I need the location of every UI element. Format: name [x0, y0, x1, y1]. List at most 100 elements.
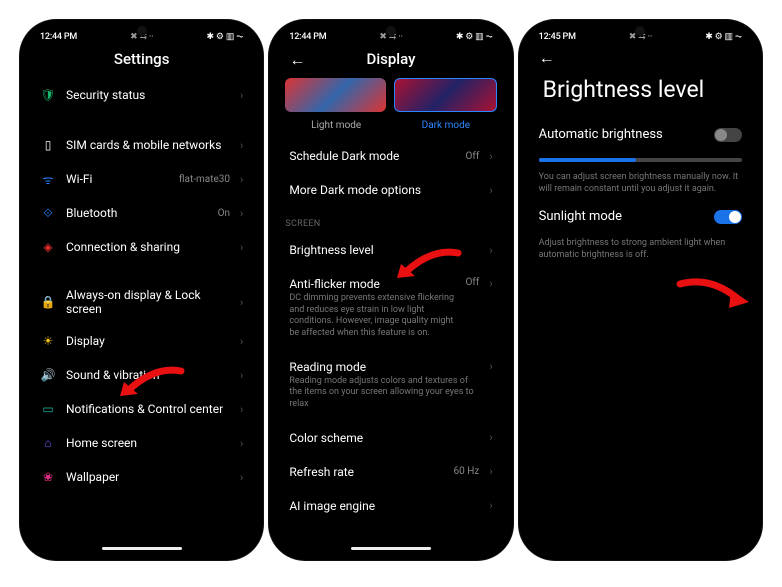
- settings-item[interactable]: ▯ SIM cards & mobile networks ›: [30, 128, 253, 162]
- display-item[interactable]: More Dark mode options ›: [279, 173, 502, 207]
- display-item[interactable]: Reading mode Reading mode adjusts colors…: [279, 350, 502, 421]
- chevron-right-icon: ›: [489, 431, 492, 444]
- back-icon[interactable]: ←: [539, 48, 555, 67]
- manual-desc: You can adjust screen brightness manuall…: [525, 168, 756, 199]
- display-item[interactable]: Color scheme ›: [279, 421, 502, 455]
- back-icon[interactable]: ←: [289, 50, 305, 70]
- chevron-right-icon: ›: [240, 335, 243, 348]
- settings-item[interactable]: ▭ Notifications & Control center ›: [30, 392, 253, 426]
- sunlight-desc: Adjust brightness to strong ambient ligh…: [525, 234, 756, 265]
- auto-brightness-toggle[interactable]: [714, 128, 742, 142]
- chevron-right-icon: ›: [240, 89, 243, 102]
- item-icon: ⟐: [40, 205, 56, 221]
- chevron-right-icon: ›: [489, 360, 492, 373]
- section-screen: SCREEN: [275, 207, 506, 233]
- settings-item[interactable]: ◈ Connection & sharing ›: [30, 230, 253, 264]
- home-indicator[interactable]: [351, 547, 431, 550]
- chevron-right-icon: ›: [240, 173, 243, 186]
- brightness-slider[interactable]: [539, 158, 742, 162]
- item-label: Security status: [66, 88, 230, 102]
- chevron-right-icon: ›: [240, 403, 243, 416]
- display-item[interactable]: Brightness level ›: [279, 233, 502, 267]
- settings-item[interactable]: ᯤ Wi-Fi flat-mate30 ›: [30, 162, 253, 196]
- item-label: Home screen: [66, 436, 230, 450]
- chevron-right-icon: ›: [240, 471, 243, 484]
- item-label: Display: [66, 334, 230, 348]
- chevron-right-icon: ›: [240, 296, 243, 309]
- item-icon: ▯: [40, 137, 56, 153]
- item-icon: ▭: [40, 401, 56, 417]
- chevron-right-icon: ›: [489, 277, 492, 290]
- item-icon: 🔊: [40, 367, 56, 383]
- item-label: Brightness level: [289, 243, 479, 257]
- phone-display: 12:44 PM ✖ ⇆ ·· ✱ ⚙ ▥ ⏦ ← Display Light …: [269, 20, 512, 560]
- page-title: ← Display: [275, 44, 506, 78]
- item-label: Connection & sharing: [66, 240, 230, 254]
- item-icon: ☀: [40, 333, 56, 349]
- item-description: Reading mode adjusts colors and textures…: [289, 376, 479, 411]
- chevron-right-icon: ›: [489, 150, 492, 163]
- chevron-right-icon: ›: [489, 499, 492, 512]
- item-label: Reading mode: [289, 360, 479, 374]
- item-label: Sound & vibration: [66, 368, 230, 382]
- item-icon: 🛡: [40, 87, 56, 103]
- item-icon: ◈: [40, 239, 56, 255]
- item-value: flat-mate30: [179, 174, 230, 185]
- settings-item[interactable]: ❀ Wallpaper ›: [30, 460, 253, 494]
- settings-item[interactable]: 🛡 Security status ›: [30, 78, 253, 112]
- item-value: Off: [466, 151, 480, 162]
- settings-item[interactable]: 🔒 Always-on display & Lock screen ›: [30, 280, 253, 324]
- item-label: Bluetooth: [66, 206, 208, 220]
- sunlight-mode-toggle[interactable]: [714, 210, 742, 224]
- item-label: Wallpaper: [66, 470, 230, 484]
- display-item[interactable]: AI image engine ›: [279, 489, 502, 523]
- item-icon: ᯤ: [40, 171, 56, 187]
- item-label: Color scheme: [289, 431, 479, 445]
- phone-settings: 12:44 PM ✖ ⇆ ·· ✱ ⚙ ▥ ⏦ Settings 🛡 Secur…: [20, 20, 263, 560]
- light-mode-label[interactable]: Light mode: [285, 120, 387, 131]
- item-label: Always-on display & Lock screen: [66, 288, 230, 316]
- sunlight-mode-label: Sunlight mode: [539, 209, 622, 224]
- chevron-right-icon: ›: [240, 207, 243, 220]
- chevron-right-icon: ›: [240, 139, 243, 152]
- item-icon: ⌂: [40, 435, 56, 451]
- chevron-right-icon: ›: [240, 369, 243, 382]
- camera-notch: [386, 26, 396, 36]
- page-title: Brightness level: [525, 68, 756, 117]
- item-label: Schedule Dark mode: [289, 149, 455, 163]
- item-icon: ❀: [40, 469, 56, 485]
- chevron-right-icon: ›: [489, 184, 492, 197]
- item-label: Anti-flicker mode: [289, 277, 455, 291]
- item-description: DC dimming prevents extensive flickering…: [289, 293, 455, 340]
- theme-dark[interactable]: [394, 78, 497, 112]
- dark-mode-label[interactable]: Dark mode: [395, 120, 497, 131]
- item-value: Off: [466, 277, 480, 288]
- item-label: Wi-Fi: [66, 172, 169, 186]
- item-icon: 🔒: [40, 294, 56, 310]
- chevron-right-icon: ›: [489, 244, 492, 257]
- chevron-right-icon: ›: [240, 437, 243, 450]
- item-label: More Dark mode options: [289, 183, 479, 197]
- settings-item[interactable]: 🔊 Sound & vibration ›: [30, 358, 253, 392]
- chevron-right-icon: ›: [489, 465, 492, 478]
- display-item[interactable]: Anti-flicker mode DC dimming prevents ex…: [279, 267, 502, 350]
- settings-item[interactable]: ☀ Display ›: [30, 324, 253, 358]
- settings-item[interactable]: ⟐ Bluetooth On ›: [30, 196, 253, 230]
- display-item[interactable]: Refresh rate 60 Hz ›: [279, 455, 502, 489]
- settings-item[interactable]: ⌂ Home screen ›: [30, 426, 253, 460]
- auto-brightness-label: Automatic brightness: [539, 127, 663, 142]
- camera-notch: [137, 26, 147, 36]
- chevron-right-icon: ›: [240, 241, 243, 254]
- theme-light[interactable]: [285, 78, 386, 112]
- home-indicator[interactable]: [102, 547, 182, 550]
- item-label: SIM cards & mobile networks: [66, 138, 230, 152]
- camera-notch: [635, 26, 645, 36]
- item-label: Refresh rate: [289, 465, 443, 479]
- item-value: On: [218, 208, 230, 219]
- page-title: Settings: [26, 44, 257, 78]
- item-value: 60 Hz: [454, 466, 480, 477]
- display-item[interactable]: Schedule Dark mode Off ›: [279, 139, 502, 173]
- item-label: Notifications & Control center: [66, 402, 230, 416]
- item-label: AI image engine: [289, 499, 479, 513]
- phone-brightness: 12:45 PM ✖ ⇆ ·· ✱ ⚙ ▥ ⏦ ← Brightness lev…: [519, 20, 762, 560]
